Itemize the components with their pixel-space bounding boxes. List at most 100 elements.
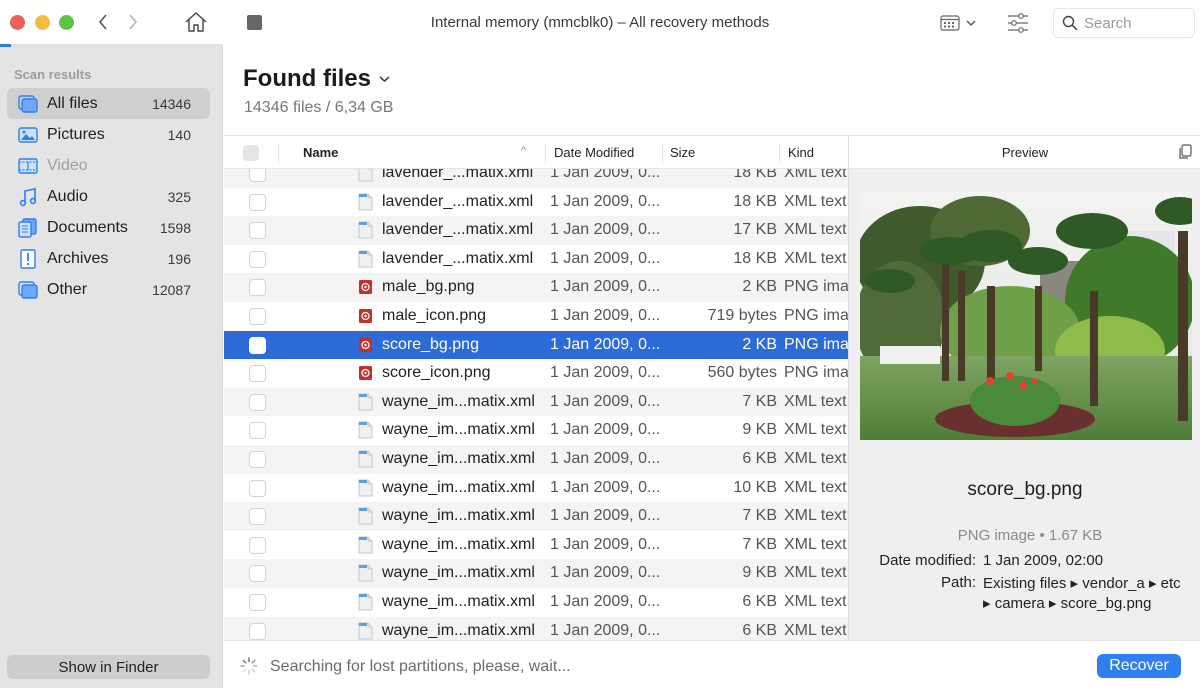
file-date: 1 Jan 2009, 0... (550, 192, 661, 210)
row-checkbox[interactable] (249, 336, 266, 354)
table-row[interactable]: wayne_im...matix.xml 1 Jan 2009, 0... 6 KB… (224, 588, 848, 617)
xml-file-icon (358, 221, 373, 239)
file-size: 9 KB (742, 564, 777, 582)
row-checkbox[interactable] (249, 422, 266, 440)
file-name: wayne_im...matix.xml (382, 449, 535, 467)
file-size: 6 KB (742, 592, 777, 610)
chevron-down-icon (966, 20, 976, 26)
column-name[interactable]: Name (303, 145, 338, 160)
column-size[interactable]: Size (670, 145, 695, 160)
stop-scan-button[interactable] (247, 15, 262, 30)
file-size: 7 KB (742, 507, 777, 525)
sidebar-item-count: 14346 (152, 95, 191, 112)
row-checkbox[interactable] (249, 250, 266, 268)
row-checkbox[interactable] (249, 565, 266, 583)
search-input[interactable] (1084, 14, 1184, 32)
table-row[interactable]: wayne_im...matix.xml 1 Jan 2009, 0... 7 KB… (224, 387, 848, 417)
detach-preview-button[interactable] (1177, 144, 1193, 160)
table-row[interactable]: wayne_im...matix.xml 1 Jan 2009, 0... 7 KB… (224, 502, 848, 531)
row-checkbox[interactable] (249, 479, 266, 497)
preview-title: Preview (1001, 145, 1049, 160)
sidebar-item-audio[interactable]: Audio 325 (7, 181, 210, 212)
table-row[interactable]: male_bg.png 1 Jan 2009, 0... 2 KB PNG image (224, 273, 848, 302)
table-row[interactable]: wayne_im...matix.xml 1 Jan 2009, 0... 6 KB… (224, 616, 848, 640)
table-row[interactable]: lavender_...matix.xml 1 Jan 2009, 0... 18 … (224, 188, 848, 217)
xml-file-icon (358, 393, 373, 411)
preview-header: Preview (849, 136, 1200, 169)
home-button[interactable] (184, 10, 208, 34)
row-checkbox[interactable] (249, 508, 266, 526)
file-size: 2 KB (742, 335, 777, 353)
file-date: 1 Jan 2009, 0... (550, 592, 661, 610)
table-body: lavender_...matix.xml 1 Jan 2009, 0... 18 … (224, 159, 848, 640)
row-checkbox[interactable] (249, 622, 266, 640)
select-all-checkbox[interactable] (243, 145, 259, 161)
row-checkbox[interactable] (249, 393, 266, 411)
row-checkbox[interactable] (249, 222, 266, 240)
table-row[interactable]: wayne_im...matix.xml 1 Jan 2009, 0... 9 KB… (224, 559, 848, 588)
minimize-window-button[interactable] (35, 15, 50, 30)
date-modified-label: Date modified: (879, 552, 976, 569)
main-panel: Found files 14346 files / 6,34 GB Name ^… (224, 46, 1200, 688)
file-date: 1 Jan 2009, 0... (550, 507, 661, 525)
chevron-right-icon (129, 14, 138, 30)
preview-file-meta: PNG image • 1.67 KB (957, 527, 1103, 544)
row-checkbox[interactable] (249, 450, 266, 468)
png-file-icon (358, 278, 373, 296)
sidebar-item-other[interactable]: Other 12087 (7, 274, 210, 305)
copy-icon (1179, 144, 1192, 159)
search-field[interactable] (1053, 8, 1195, 38)
row-checkbox[interactable] (249, 307, 266, 325)
column-divider[interactable] (779, 143, 780, 163)
table-row[interactable]: score_icon.png 1 Jan 2009, 0... 560 bytes P… (224, 359, 848, 388)
sidebar-item-documents[interactable]: Documents 1598 (7, 212, 210, 243)
title-bar: Internal memory (mmcblk0) – All recovery… (0, 0, 1200, 46)
table-row[interactable]: score_bg.png 1 Jan 2009, 0... 2 KB PNG imag… (224, 330, 848, 360)
file-date: 1 Jan 2009, 0... (550, 364, 661, 382)
table-row[interactable]: wayne_im...matix.xml 1 Jan 2009, 0... 10 K… (224, 474, 848, 503)
file-size: 17 KB (733, 221, 777, 239)
table-row[interactable]: lavender_...matix.xml 1 Jan 2009, 0... 18 … (224, 245, 848, 274)
date-modified-value: 1 Jan 2009, 02:00 (983, 552, 1104, 569)
sidebar-heading: Scan results (14, 67, 92, 82)
file-size: 7 KB (742, 392, 777, 410)
row-checkbox[interactable] (249, 536, 266, 554)
file-name: lavender_...matix.xml (382, 192, 534, 210)
sidebar-item-label: Pictures (47, 125, 105, 143)
xml-file-icon (358, 250, 373, 268)
filter-button[interactable] (1006, 11, 1030, 35)
file-name: wayne_im...matix.xml (382, 507, 535, 525)
row-checkbox[interactable] (249, 193, 266, 211)
column-date-modified[interactable]: Date Modified (554, 145, 634, 160)
table-row[interactable]: male_icon.png 1 Jan 2009, 0... 719 bytes PN… (224, 302, 848, 331)
sidebar-item-video[interactable]: Video (7, 150, 210, 181)
sidebar-item-count: 325 (167, 188, 191, 205)
column-divider[interactable] (545, 143, 546, 163)
table-row[interactable]: wayne_im...matix.xml 1 Jan 2009, 0... 9 KB… (224, 416, 848, 445)
sidebar-item-all-files[interactable]: All files 14346 (7, 88, 210, 119)
view-mode-button[interactable] (940, 12, 980, 34)
files-summary: 14346 files / 6,34 GB (244, 99, 394, 116)
file-kind: XML text (784, 507, 847, 525)
table-row[interactable]: wayne_im...matix.xml 1 Jan 2009, 0... 7 KB… (224, 531, 848, 560)
column-divider[interactable] (662, 143, 663, 163)
back-button[interactable] (93, 10, 113, 34)
close-window-button[interactable] (10, 15, 25, 30)
forward-button[interactable] (123, 10, 143, 34)
sidebar-item-archives[interactable]: Archives 196 (7, 243, 210, 274)
column-kind[interactable]: Kind (788, 145, 814, 160)
found-files-title[interactable]: Found files (243, 65, 390, 93)
table-row[interactable]: lavender_...matix.xml 1 Jan 2009, 0... 17 … (224, 216, 848, 245)
show-in-finder-button[interactable]: Show in Finder (7, 655, 210, 679)
row-checkbox[interactable] (249, 365, 266, 383)
maximize-window-button[interactable] (59, 15, 74, 30)
file-date: 1 Jan 2009, 0... (550, 478, 661, 496)
recover-button[interactable]: Recover (1097, 654, 1181, 678)
row-checkbox[interactable] (249, 279, 266, 297)
file-kind: XML text (784, 592, 847, 610)
sidebar: Scan results All files 14346 Pictures 14… (0, 47, 223, 688)
table-row[interactable]: wayne_im...matix.xml 1 Jan 2009, 0... 6 KB… (224, 444, 848, 474)
file-size: 9 KB (742, 421, 777, 439)
row-checkbox[interactable] (249, 593, 266, 611)
sidebar-item-pictures[interactable]: Pictures 140 (7, 119, 210, 150)
